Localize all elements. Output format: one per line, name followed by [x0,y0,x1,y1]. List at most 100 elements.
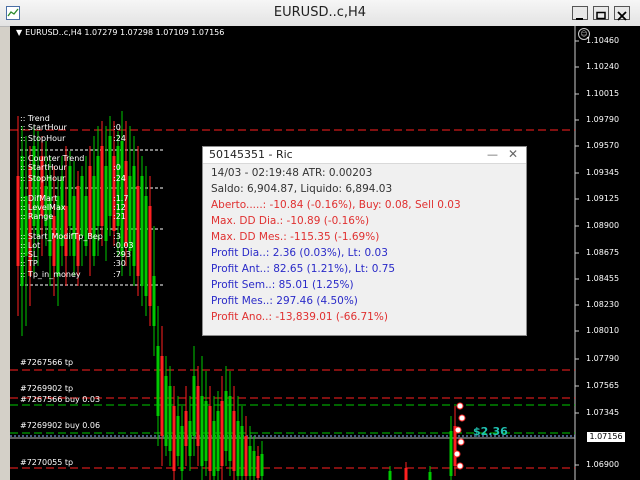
candle-body [168,386,172,451]
candle-body [196,386,200,446]
panel-close-button[interactable]: ✕ [508,147,518,161]
candle-body [252,451,256,476]
candle-body [200,396,204,466]
maximize-icon [596,11,606,20]
param-label: :: TP [20,259,38,268]
price-label: 1.09125 [586,194,620,203]
param-label: :: Counter Trend [20,154,85,163]
candle-body [449,431,453,476]
param-value: :3 [113,232,121,241]
param-label: :: SL [20,250,38,259]
order-marker [453,450,461,458]
close-button[interactable] [614,6,630,21]
symbol-dropdown-icon[interactable]: ▼ [16,28,22,37]
chart-ohlc: EURUSD..c,H4 1.07279 1.07298 1.07109 1.0… [25,28,225,37]
minimize-button[interactable] [572,6,588,20]
candle-body [224,391,228,451]
candle-body [388,471,392,480]
param-label: :: Lot [20,241,41,250]
price-label: 1.08230 [586,300,620,309]
candle-body [160,356,164,436]
candle-body [208,406,212,471]
candle-body [228,396,232,461]
candle-body [192,376,196,436]
param-value: :24 [113,174,126,183]
candle-body [104,166,108,241]
candle-body [260,454,264,476]
panel-row: Profit Ant..: 82.65 (1.21%), Lt: 0.75 [211,263,396,275]
candle-body [188,421,192,456]
candle-body [404,468,408,480]
panel-row: Profit Mes..: 297.46 (4.50%) [211,295,358,307]
price-label: 1.06900 [586,460,620,469]
title-bar[interactable]: EURUSD..c,H4 [0,0,640,27]
panel-rows: 14/03 - 02:19:48 ATR: 0.00203 Saldo: 6,90… [211,165,461,325]
candle-body [256,456,260,478]
price-label: 1.08900 [586,221,620,230]
candle-body [88,166,92,236]
panel-row: Max. DD Mes.: -115.35 (-1.69%) [211,231,380,243]
candle-body [80,176,84,236]
price-label: 1.10240 [586,62,620,71]
panel-minimize-button[interactable]: — [487,148,498,161]
panel-row: Aberto.....: -10.84 (-0.16%), Buy: 0.08,… [211,199,461,211]
param-value: :0 [113,163,121,172]
candle-body [240,426,244,476]
param-label: :: StopHour [20,174,66,183]
param-value: :0 [113,123,121,132]
param-label: :: LevelMax [20,203,66,212]
maximize-button[interactable] [593,6,609,20]
param-value: :7 [113,270,121,279]
candle-body [132,166,136,266]
price-label: 1.08675 [586,248,620,257]
profit-label: $2.36 [473,425,508,438]
order-label: #7270055 tp [20,458,74,467]
param-label: :: StartHour [20,163,67,172]
panel-row: Max. DD Dia.: -10.89 (-0.16%) [211,215,370,227]
candle-body [220,401,224,466]
candle-body [216,411,220,471]
param-value: :1.7 [113,194,129,203]
param-label: :: Range [20,212,54,221]
current-price-box: 1.07156 [587,432,625,442]
price-label: 1.07565 [586,381,620,390]
candle-body [236,421,240,476]
candle-body [64,206,68,256]
param-value: :24 [113,134,126,143]
candle-body [176,416,180,456]
candle-body [172,406,176,471]
terminal-window: EURUSD..c,H4 ▼ EURUSD..c,H4 1.07279 1.072… [0,0,640,480]
param-value: :30 [113,259,126,268]
candle-body [100,146,104,226]
candle-body [148,206,152,306]
window-title: EURUSD..c,H4 [273,5,367,20]
candle-body [212,421,216,476]
candle-body [232,411,236,471]
minimize-icon [576,18,583,20]
candle-body [184,411,188,446]
candle-body [108,136,112,216]
chart-header: ▼ EURUSD..c,H4 1.07279 1.07298 1.07109 1.… [16,28,224,37]
account-info-panel[interactable]: 50145351 - Ric — ✕ 14/03 - 02:19:48 ATR:… [202,146,527,336]
price-label: 1.07790 [586,354,620,363]
param-label: :: DifMart [20,194,58,203]
order-marker [456,402,464,410]
panel-header[interactable]: 50145351 - Ric — ✕ [203,147,526,164]
candle-body [52,216,56,266]
candle-body [204,401,208,461]
price-label: 1.08010 [586,326,620,335]
price-label: 1.10015 [586,89,620,98]
param-value: :0.03 [113,241,134,250]
candle-body [72,196,76,256]
price-label: 1.07345 [586,408,620,417]
candle-body [68,166,72,226]
candle-body [428,472,432,480]
candle-body [96,156,100,226]
price-label: 1.09345 [586,168,620,177]
candle-body [164,376,168,446]
candle-body [92,176,96,256]
candle-body [144,196,148,296]
panel-row: Profit Ano..: -13,839.01 (-66.71%) [211,311,388,323]
candle-body [136,186,140,276]
candle-body [76,186,80,266]
